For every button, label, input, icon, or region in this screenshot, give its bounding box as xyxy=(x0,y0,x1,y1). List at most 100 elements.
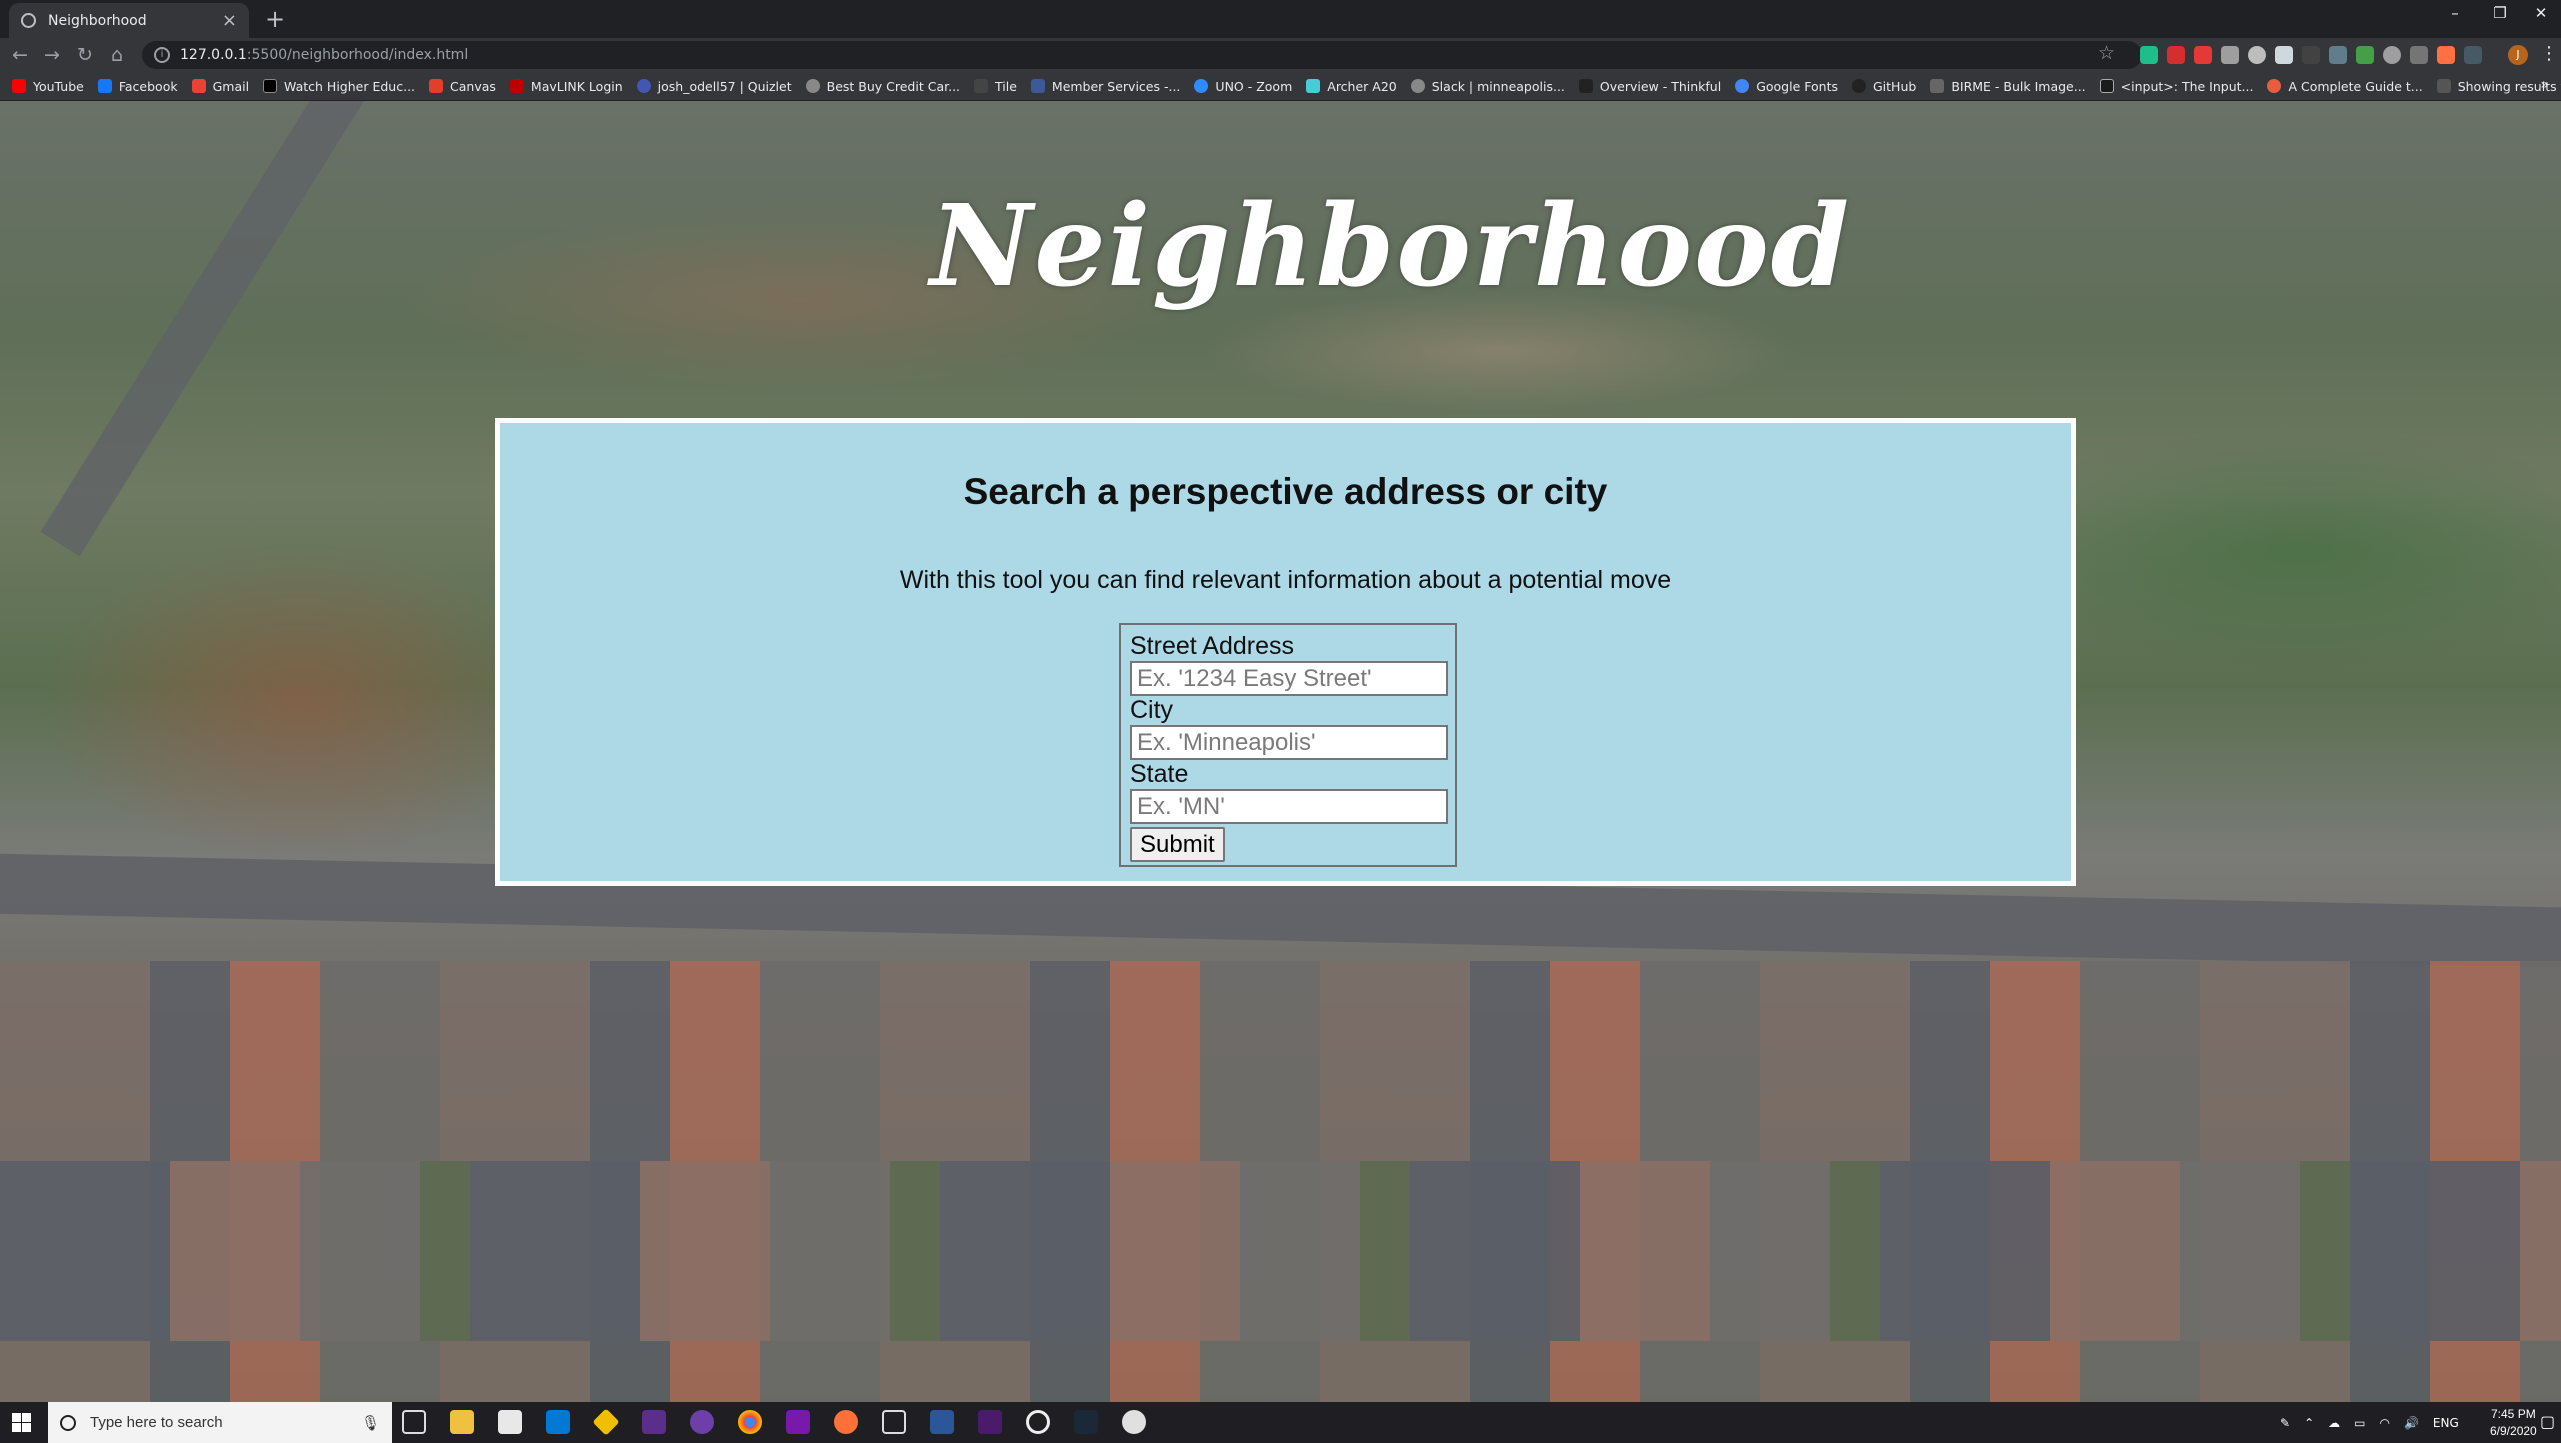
app-icon[interactable] xyxy=(690,1410,714,1434)
file-explorer-icon[interactable] xyxy=(450,1410,474,1434)
forward-arrow-icon[interactable]: → xyxy=(40,43,64,67)
bookmark-watch-higher-educ[interactable]: Watch Higher Educ... xyxy=(263,79,415,94)
css-tricks-icon xyxy=(2267,79,2282,93)
extension-icon[interactable] xyxy=(2437,46,2455,64)
extension-icon[interactable] xyxy=(2275,46,2293,64)
bookmark-complete-guide[interactable]: A Complete Guide t... xyxy=(2267,79,2423,94)
state-input[interactable] xyxy=(1130,789,1448,824)
globe-icon xyxy=(21,13,36,28)
store-icon[interactable] xyxy=(498,1410,522,1434)
close-window-button[interactable]: ✕ xyxy=(2521,4,2561,22)
settings-gear-icon[interactable] xyxy=(1026,1410,1050,1434)
extension-icon[interactable] xyxy=(2329,46,2347,64)
onedrive-icon[interactable]: ☁ xyxy=(2328,1416,2340,1430)
bookmark-canvas[interactable]: Canvas xyxy=(429,79,496,94)
bookmark-gmail[interactable]: Gmail xyxy=(191,79,249,94)
back-arrow-icon[interactable]: ← xyxy=(8,43,32,67)
extension-icon[interactable] xyxy=(2194,46,2212,64)
url-host: 127.0.0.1 xyxy=(180,47,247,63)
submit-button[interactable]: Submit xyxy=(1130,827,1225,862)
extension-icon[interactable] xyxy=(2302,46,2320,64)
wifi-icon[interactable]: ◠ xyxy=(2379,1416,2389,1430)
taskbar-apps xyxy=(402,1408,1146,1436)
extension-icon[interactable] xyxy=(2464,46,2482,64)
router-icon xyxy=(1306,79,1321,93)
bookmark-youtube[interactable]: YouTube xyxy=(12,79,84,94)
vscode-icon[interactable] xyxy=(546,1410,570,1434)
more-bookmarks-icon[interactable]: » xyxy=(2540,77,2549,93)
browser-tab[interactable]: Neighborhood × xyxy=(9,3,249,38)
bookmark-icon xyxy=(2436,79,2451,93)
street-address-label: Street Address xyxy=(1130,632,1294,660)
facebook-icon xyxy=(97,79,112,93)
extension-icon[interactable] xyxy=(2383,46,2401,64)
steam-icon[interactable] xyxy=(1074,1410,1098,1434)
volume-icon[interactable]: 🔊 xyxy=(2404,1416,2419,1430)
chevron-up-icon[interactable]: ⌃ xyxy=(2304,1416,2314,1430)
mavlink-icon xyxy=(509,79,524,93)
menu-kebab-icon[interactable]: ⋮ xyxy=(2540,43,2558,64)
bookmark-quizlet[interactable]: josh_odell57 | Quizlet xyxy=(636,79,792,94)
reload-icon[interactable]: ↻ xyxy=(73,43,97,67)
bookmark-thinkful[interactable]: Overview - Thinkful xyxy=(1578,79,1721,94)
search-card: Search a perspective address or city Wit… xyxy=(495,418,2076,886)
notifications-icon[interactable]: ▢ xyxy=(2540,1412,2555,1431)
home-icon[interactable]: ⌂ xyxy=(105,43,129,67)
bookmark-github[interactable]: GitHub xyxy=(1851,79,1916,94)
pen-icon[interactable]: ✎ xyxy=(2280,1416,2290,1430)
profile-avatar[interactable]: J xyxy=(2508,45,2528,65)
extension-icon[interactable] xyxy=(2410,46,2428,64)
url-path: :5500/neighborhood/index.html xyxy=(246,47,469,63)
bookmark-slack[interactable]: Slack | minneapolis... xyxy=(1410,79,1565,94)
restore-button[interactable]: ❐ xyxy=(2480,4,2520,22)
city-input[interactable] xyxy=(1130,725,1448,760)
info-icon[interactable]: i xyxy=(154,47,170,63)
zoom-icon xyxy=(1194,79,1209,93)
sourcetree-icon[interactable] xyxy=(592,1408,620,1436)
bookmark-tile[interactable]: Tile xyxy=(974,79,1017,94)
extension-icon[interactable] xyxy=(2248,46,2266,64)
usb-icon[interactable]: ▭ xyxy=(2354,1416,2365,1430)
bookmark-input-guide[interactable]: <input>: The Input... xyxy=(2099,79,2253,94)
bookmark-best-buy[interactable]: Best Buy Credit Car... xyxy=(805,79,960,94)
slack-icon[interactable] xyxy=(1122,1410,1146,1434)
minimize-button[interactable]: – xyxy=(2435,4,2475,22)
extension-icon[interactable] xyxy=(2221,46,2239,64)
bookmark-google-fonts[interactable]: Google Fonts xyxy=(1735,79,1838,94)
street-address-input[interactable] xyxy=(1130,661,1448,696)
bookmark-archer-a20[interactable]: Archer A20 xyxy=(1306,79,1397,94)
search-heading: Search a perspective address or city xyxy=(963,471,1608,512)
tab-title: Neighborhood xyxy=(48,12,147,29)
browser-toolbar: ← → ↻ ⌂ i 127.0.0.1 :5500/neighborhood/i… xyxy=(0,38,2561,72)
clock[interactable]: 7:45 PM 6/9/2020 xyxy=(2490,1406,2537,1440)
onenote-icon[interactable] xyxy=(786,1410,810,1434)
3d-viewer-icon[interactable] xyxy=(882,1410,906,1434)
chrome-icon[interactable] xyxy=(738,1410,762,1434)
bookmark-member-services[interactable]: Member Services -... xyxy=(1030,79,1180,94)
extensions-area xyxy=(2140,46,2482,64)
taskbar-search-box[interactable]: Type here to search 🎙 xyxy=(48,1402,392,1443)
extension-icon[interactable] xyxy=(2167,46,2185,64)
extension-icon[interactable] xyxy=(2140,46,2158,64)
extension-icon[interactable] xyxy=(2356,46,2374,64)
new-tab-button[interactable]: + xyxy=(262,6,288,32)
windows-start-icon[interactable] xyxy=(12,1413,31,1432)
app-icon[interactable] xyxy=(978,1410,1002,1434)
postman-icon[interactable] xyxy=(834,1410,858,1434)
app-icon[interactable] xyxy=(642,1410,666,1434)
language-indicator[interactable]: ENG xyxy=(2433,1416,2459,1430)
site-title: Neighborhood xyxy=(930,181,1852,312)
bookmark-facebook[interactable]: Facebook xyxy=(97,79,178,94)
task-view-icon[interactable] xyxy=(402,1410,426,1434)
bookmark-mavlink[interactable]: MavLINK Login xyxy=(509,79,623,94)
page-viewport: Neighborhood Search a perspective addres… xyxy=(0,101,2561,1402)
microphone-icon[interactable]: 🎙 xyxy=(361,1414,380,1432)
bookmark-birme[interactable]: BIRME - Bulk Image... xyxy=(1930,79,2086,94)
globe-icon xyxy=(805,79,820,93)
close-tab-icon[interactable]: × xyxy=(222,11,237,30)
bookmark-uno-zoom[interactable]: UNO - Zoom xyxy=(1194,79,1292,94)
address-bar[interactable]: i 127.0.0.1 :5500/neighborhood/index.htm… xyxy=(142,41,2142,69)
gmail-icon xyxy=(191,79,206,93)
bookmark-star-icon[interactable]: ☆ xyxy=(2098,42,2115,64)
word-icon[interactable] xyxy=(930,1410,954,1434)
